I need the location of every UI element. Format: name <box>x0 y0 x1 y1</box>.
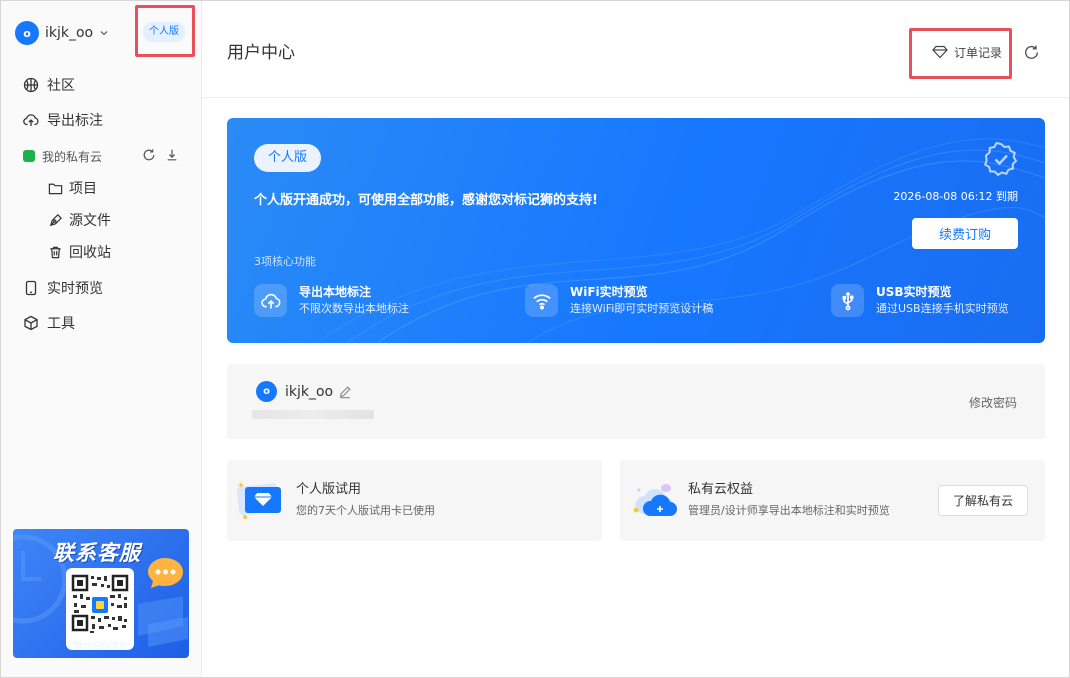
verified-badge-icon <box>984 142 1018 176</box>
sidebar-item-community[interactable]: 社区 <box>23 75 75 95</box>
header-divider <box>202 97 1069 98</box>
sidebar-item-label: 工具 <box>47 316 75 332</box>
trash-icon <box>47 244 63 260</box>
feature-title: 导出本地标注 <box>299 285 372 299</box>
change-password-link[interactable]: 修改密码 <box>969 394 1017 411</box>
feature-desc: 连接WiFi即可实时预览设计稿 <box>570 302 714 315</box>
cloud-benefits-card: 私有云权益 管理员/设计师享导出本地标注和实时预览 了解私有云 <box>620 460 1045 541</box>
sidebar-item-label: 社区 <box>47 78 75 94</box>
folder-icon <box>47 180 63 196</box>
sidebar-item-projects[interactable]: 项目 <box>47 178 97 198</box>
cloud-status-dot <box>23 150 35 162</box>
avatar: o <box>15 21 39 45</box>
feature-title: WiFi实时预览 <box>570 285 648 299</box>
upload-cloud-icon <box>23 112 39 128</box>
feature-title: USB实时预览 <box>876 285 952 299</box>
banner-message: 个人版开通成功，可使用全部功能，感谢您对标记狮的支持! <box>254 193 598 208</box>
basketball-icon <box>23 77 39 93</box>
account-card: o ikjk_oo 修改密码 <box>227 364 1045 439</box>
cloud-icon <box>633 484 677 516</box>
main-content: 用户中心 订单记录 个人版 个人版开通成功，可使用全部功能，感谢您对标记狮的支持… <box>202 1 1069 677</box>
qr-code <box>66 568 134 650</box>
refresh-icon[interactable] <box>1022 43 1040 61</box>
page-title: 用户中心 <box>227 43 295 63</box>
redacted-account-info <box>252 410 374 419</box>
cube-icon <box>23 315 39 331</box>
promo-caption: 微信扫码添加 <box>73 642 128 652</box>
pen-icon <box>47 212 63 228</box>
order-history-button[interactable]: 订单记录 <box>932 43 1002 61</box>
sidebar-item-label: 回收站 <box>69 245 111 261</box>
renew-button[interactable]: 续费订购 <box>912 218 1018 249</box>
feature-export: 导出本地标注 不限次数导出本地标注 <box>254 284 409 317</box>
trial-card-icon <box>236 482 281 519</box>
sidebar-cloud-group[interactable]: 我的私有云 <box>23 146 102 166</box>
sidebar-item-tools[interactable]: 工具 <box>23 313 75 333</box>
app-window: o ikjk_oo 个人版 社区 导出标注 我的私有云 项目 源文件 回收站 实… <box>0 0 1070 678</box>
sidebar-item-label: 源文件 <box>69 213 111 229</box>
learn-cloud-button[interactable]: 了解私有云 <box>938 485 1028 516</box>
edit-icon[interactable] <box>338 385 352 399</box>
banner-plan-tag: 个人版 <box>254 144 322 172</box>
cloud-benefits-title: 私有云权益 <box>688 482 754 497</box>
upload-cloud-icon <box>254 284 287 317</box>
user-menu[interactable]: o ikjk_oo <box>15 20 109 46</box>
phone-icon <box>23 280 39 296</box>
feature-desc: 不限次数导出本地标注 <box>299 302 409 315</box>
sidebar-item-label: 实时预览 <box>47 281 103 297</box>
promo-title: 联系客服 <box>53 541 141 565</box>
core-features-label: 3项核心功能 <box>254 255 316 268</box>
sidebar-item-source-files[interactable]: 源文件 <box>47 210 111 230</box>
download-icon[interactable] <box>164 147 180 163</box>
refresh-icon[interactable] <box>141 147 157 163</box>
sidebar-item-export[interactable]: 导出标注 <box>23 110 103 130</box>
chevron-down-icon <box>99 28 109 38</box>
trial-desc: 您的7天个人版试用卡已使用 <box>296 504 435 517</box>
sidebar-item-label: 导出标注 <box>47 113 103 129</box>
sidebar-cloud-label: 我的私有云 <box>42 149 103 164</box>
cloud-benefits-desc: 管理员/设计师享导出本地标注和实时预览 <box>688 504 890 517</box>
feature-desc: 通过USB连接手机实时预览 <box>876 302 1009 315</box>
trial-card: 个人版试用 您的7天个人版试用卡已使用 <box>227 460 602 541</box>
sidebar: o ikjk_oo 个人版 社区 导出标注 我的私有云 项目 源文件 回收站 实… <box>1 1 202 677</box>
order-history-label: 订单记录 <box>954 45 1003 60</box>
avatar: o <box>256 381 277 402</box>
plan-banner: 个人版 个人版开通成功，可使用全部功能，感谢您对标记狮的支持! 2026-08-… <box>227 118 1045 343</box>
usb-icon <box>831 284 864 317</box>
feature-usb: USB实时预览 通过USB连接手机实时预览 <box>831 284 1009 317</box>
chat-bubble-icon <box>148 558 183 588</box>
wifi-icon <box>525 284 558 317</box>
expiry-date: 2026-08-08 06:12 到期 <box>893 190 1018 203</box>
customer-service-card[interactable]: 联系客服 微信扫码添加 <box>13 529 189 658</box>
plan-badge: 个人版 <box>143 22 185 42</box>
feature-wifi: WiFi实时预览 连接WiFi即可实时预览设计稿 <box>525 284 713 317</box>
qr-code-graphic <box>71 574 129 633</box>
diamond-icon <box>932 45 948 59</box>
trial-title: 个人版试用 <box>296 482 362 497</box>
sidebar-item-recycle-bin[interactable]: 回收站 <box>47 242 111 262</box>
username: ikjk_oo <box>45 25 94 41</box>
sidebar-item-label: 项目 <box>69 181 97 197</box>
sidebar-item-live-preview[interactable]: 实时预览 <box>23 278 103 298</box>
account-name: ikjk_oo <box>285 384 334 400</box>
